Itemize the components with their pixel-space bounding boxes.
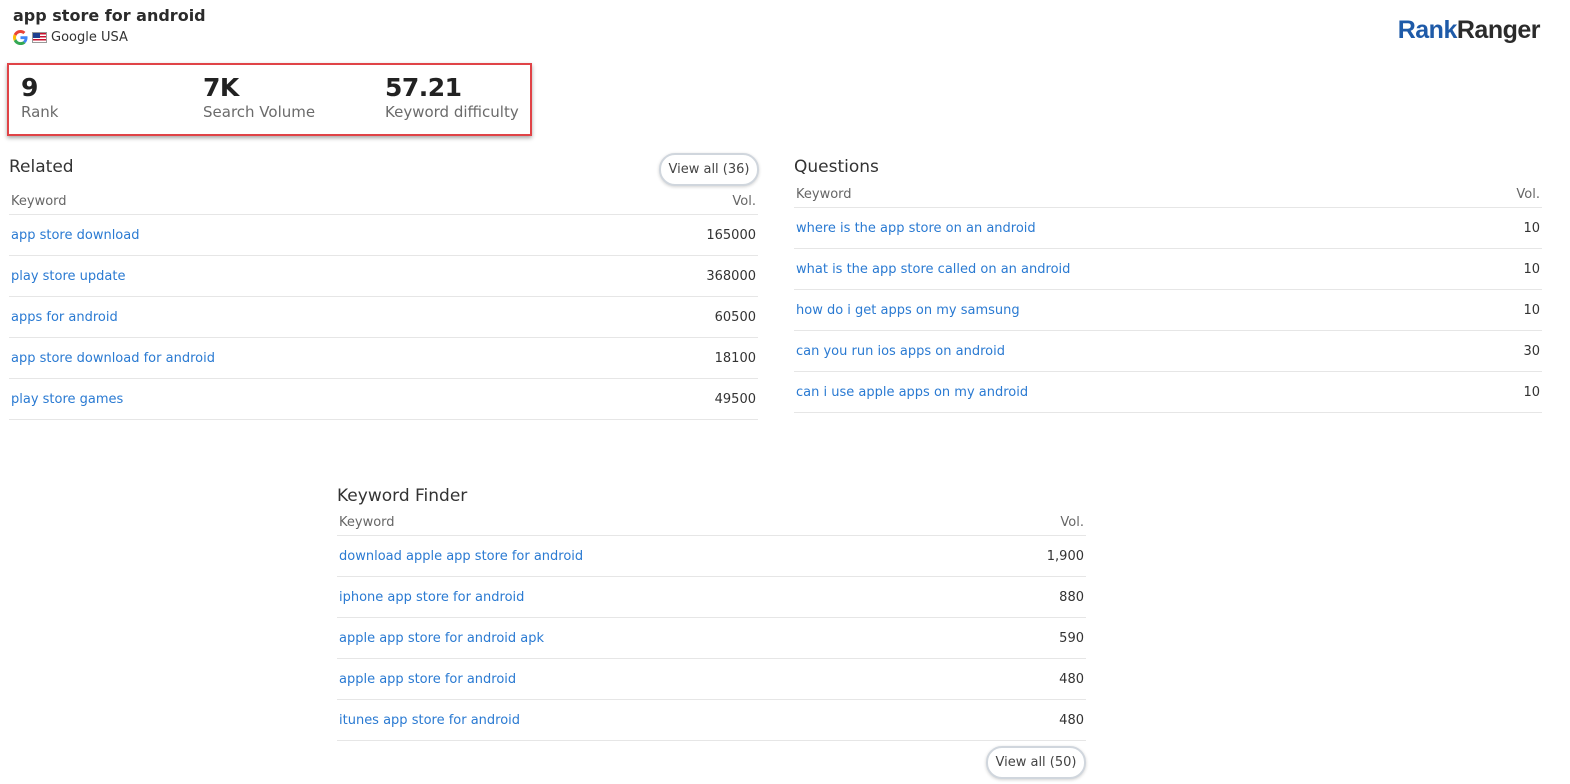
keyword-link[interactable]: play store update [11,269,125,284]
keyword-finder-view-all-button[interactable]: View all (50) [986,746,1086,779]
volume-value: 30 [1523,343,1540,359]
keyword-link[interactable]: where is the app store on an android [796,221,1036,236]
questions-section-title: Questions [794,157,879,177]
engine-label: Google USA [51,29,128,45]
volume-value: 10 [1523,220,1540,236]
volume-value: 60500 [714,309,756,325]
keyword-link[interactable]: iphone app store for android [339,590,524,605]
keyword-link[interactable]: how do i get apps on my samsung [796,303,1020,318]
questions-table-header: Keyword Vol. [794,187,1542,208]
google-icon [13,29,28,45]
table-row: apple app store for android apk 590 [337,618,1086,659]
keyword-link[interactable]: apps for android [11,310,118,325]
keyword-link[interactable]: what is the app store called on an andro… [796,262,1070,277]
col-keyword-header: Keyword [339,515,395,530]
volume-value: 368000 [706,268,756,284]
keyword-finder-section-title: Keyword Finder [337,486,468,506]
metric-keyword-difficulty-value: 57.21 [385,73,462,102]
questions-table: Keyword Vol. where is the app store on a… [794,187,1542,413]
rankranger-logo: RankRanger [1397,16,1541,45]
keyword-finder-table-header: Keyword Vol. [337,515,1086,536]
keyword-link[interactable]: app store download [11,228,139,243]
col-vol-header: Vol. [1516,187,1540,202]
table-row: where is the app store on an android 10 [794,208,1542,249]
table-row: app store download 165000 [9,215,758,256]
table-row: apps for android 60500 [9,297,758,338]
keyword-link[interactable]: download apple app store for android [339,549,583,564]
keyword-link[interactable]: itunes app store for android [339,713,520,728]
keyword-link[interactable]: play store games [11,392,123,407]
table-row: how do i get apps on my samsung 10 [794,290,1542,331]
keyword-finder-table: Keyword Vol. download apple app store fo… [337,515,1086,741]
table-row: play store games 49500 [9,379,758,420]
related-table-header: Keyword Vol. [9,194,758,215]
keyword-title: app store for android [13,6,206,25]
keyword-link[interactable]: app store download for android [11,351,215,366]
table-row: apple app store for android 480 [337,659,1086,700]
table-row: can you run ios apps on android 30 [794,331,1542,372]
keyword-link[interactable]: can you run ios apps on android [796,344,1005,359]
volume-value: 480 [1059,712,1084,728]
col-vol-header: Vol. [1060,515,1084,530]
volume-value: 1,900 [1046,548,1084,564]
col-vol-header: Vol. [732,194,756,209]
volume-value: 18100 [714,350,756,366]
metric-rank-label: Rank [21,103,59,121]
volume-value: 10 [1523,302,1540,318]
volume-value: 165000 [706,227,756,243]
metric-search-volume: 7K Search Volume [203,74,315,122]
keyword-link[interactable]: apple app store for android apk [339,631,544,646]
related-section-title: Related [9,157,74,177]
keyword-link[interactable]: apple app store for android [339,672,516,687]
volume-value: 10 [1523,261,1540,277]
metric-rank-value: 9 [21,73,38,102]
metric-search-volume-label: Search Volume [203,103,316,121]
search-engine-info: Google USA [13,29,128,45]
volume-value: 10 [1523,384,1540,400]
metric-rank: 9 Rank [21,74,58,122]
table-row: itunes app store for android 480 [337,700,1086,741]
us-flag-icon [32,31,47,43]
related-view-all-button[interactable]: View all (36) [659,153,759,186]
metric-keyword-difficulty: 57.21 Keyword difficulty [385,74,519,122]
col-keyword-header: Keyword [796,187,852,202]
metric-keyword-difficulty-label: Keyword difficulty [385,103,519,121]
related-table: Keyword Vol. app store download 165000 pl… [9,194,758,420]
volume-value: 590 [1059,630,1084,646]
keyword-link[interactable]: can i use apple apps on my android [796,385,1028,400]
logo-part-rank: Rank [1397,16,1458,44]
table-row: download apple app store for android 1,90… [337,536,1086,577]
metrics-highlight-box: 9 Rank 7K Search Volume 57.21 Keyword di… [7,63,532,136]
col-keyword-header: Keyword [11,194,67,209]
volume-value: 480 [1059,671,1084,687]
table-row: app store download for android 18100 [9,338,758,379]
table-row: can i use apple apps on my android 10 [794,372,1542,413]
table-row: what is the app store called on an andro… [794,249,1542,290]
table-row: iphone app store for android 880 [337,577,1086,618]
volume-value: 49500 [714,391,756,407]
metric-search-volume-value: 7K [203,73,239,102]
logo-part-ranger: Ranger [1456,16,1541,44]
volume-value: 880 [1059,589,1084,605]
table-row: play store update 368000 [9,256,758,297]
